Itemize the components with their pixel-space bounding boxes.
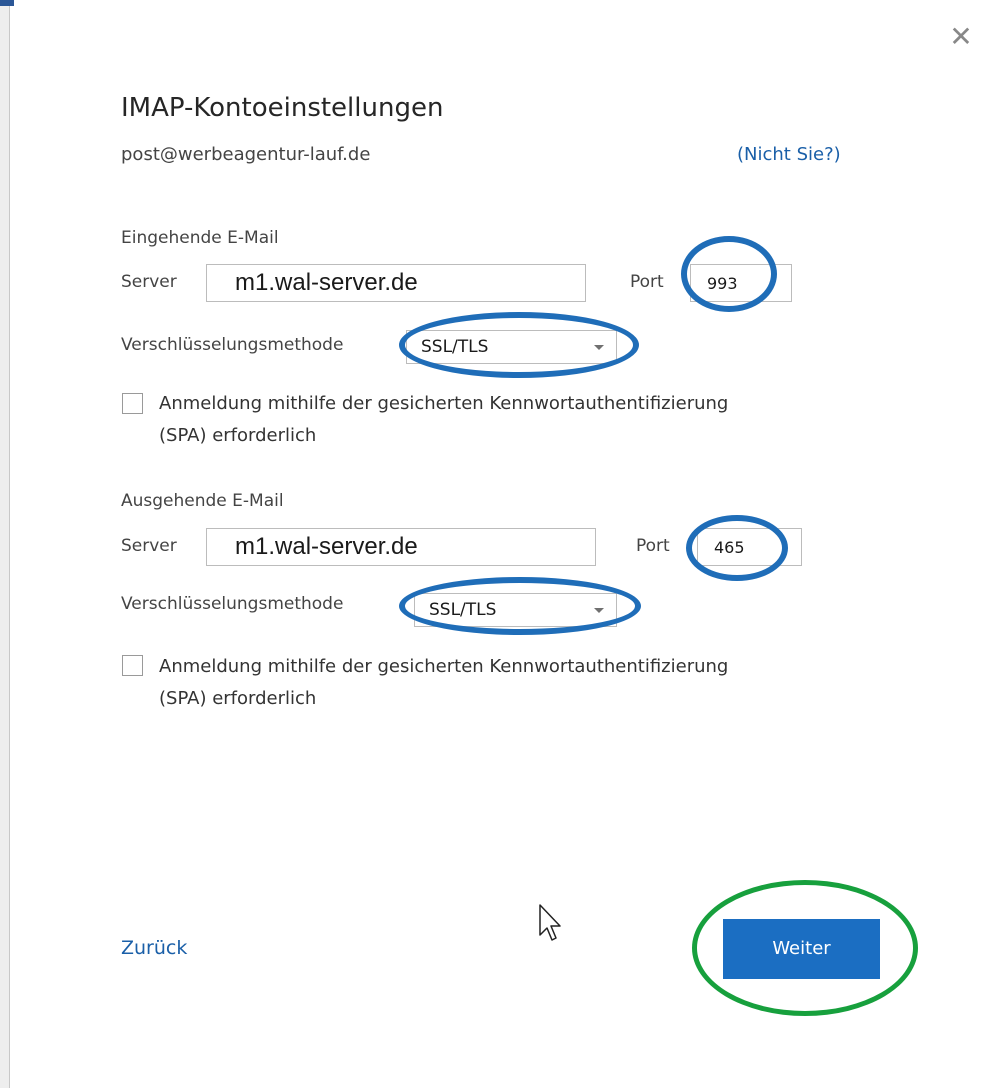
incoming-spa-label-line1: Anmeldung mithilfe der gesicherten Kennw… xyxy=(159,393,729,414)
outgoing-port-input[interactable]: 465 xyxy=(697,528,802,566)
outgoing-server-label: Server xyxy=(121,536,177,556)
incoming-port-label: Port xyxy=(630,272,664,292)
outgoing-spa-checkbox[interactable] xyxy=(122,655,143,676)
account-email: post@werbeagentur-lauf.de xyxy=(121,144,371,165)
incoming-encryption-select[interactable]: SSL/TLS xyxy=(406,330,617,364)
incoming-encryption-value: SSL/TLS xyxy=(421,337,489,357)
outgoing-server-input[interactable]: m1.wal-server.de xyxy=(206,528,596,566)
incoming-encryption-label: Verschlüsselungsmethode xyxy=(121,335,344,355)
outgoing-encryption-label: Verschlüsselungsmethode xyxy=(121,594,344,614)
mouse-pointer-icon xyxy=(539,904,561,941)
incoming-spa-checkbox[interactable] xyxy=(122,393,143,414)
outgoing-section-label: Ausgehende E-Mail xyxy=(121,491,284,511)
incoming-server-label: Server xyxy=(121,272,177,292)
outgoing-port-label: Port xyxy=(636,536,670,556)
next-button[interactable]: Weiter xyxy=(723,919,880,979)
outgoing-encryption-select[interactable]: SSL/TLS xyxy=(414,593,617,627)
chevron-down-icon xyxy=(594,608,604,613)
window-top-accent xyxy=(0,0,14,6)
outgoing-encryption-value: SSL/TLS xyxy=(429,600,497,620)
incoming-spa-label-line2: (SPA) erforderlich xyxy=(159,425,317,446)
incoming-port-input[interactable]: 993 xyxy=(690,264,792,302)
back-link[interactable]: Zurück xyxy=(121,937,187,959)
dialog-title: IMAP-Kontoeinstellungen xyxy=(121,93,444,123)
window-left-border xyxy=(0,0,10,1088)
incoming-section-label: Eingehende E-Mail xyxy=(121,228,279,248)
close-icon[interactable]: ✕ xyxy=(946,22,976,52)
outgoing-spa-label-line1: Anmeldung mithilfe der gesicherten Kennw… xyxy=(159,656,729,677)
not-you-link[interactable]: (Nicht Sie?) xyxy=(737,144,841,165)
incoming-server-input[interactable]: m1.wal-server.de xyxy=(206,264,586,302)
outgoing-spa-label-line2: (SPA) erforderlich xyxy=(159,688,317,709)
account-settings-dialog: ✕ IMAP-Kontoeinstellungen post@werbeagen… xyxy=(0,0,981,1088)
chevron-down-icon xyxy=(594,345,604,350)
